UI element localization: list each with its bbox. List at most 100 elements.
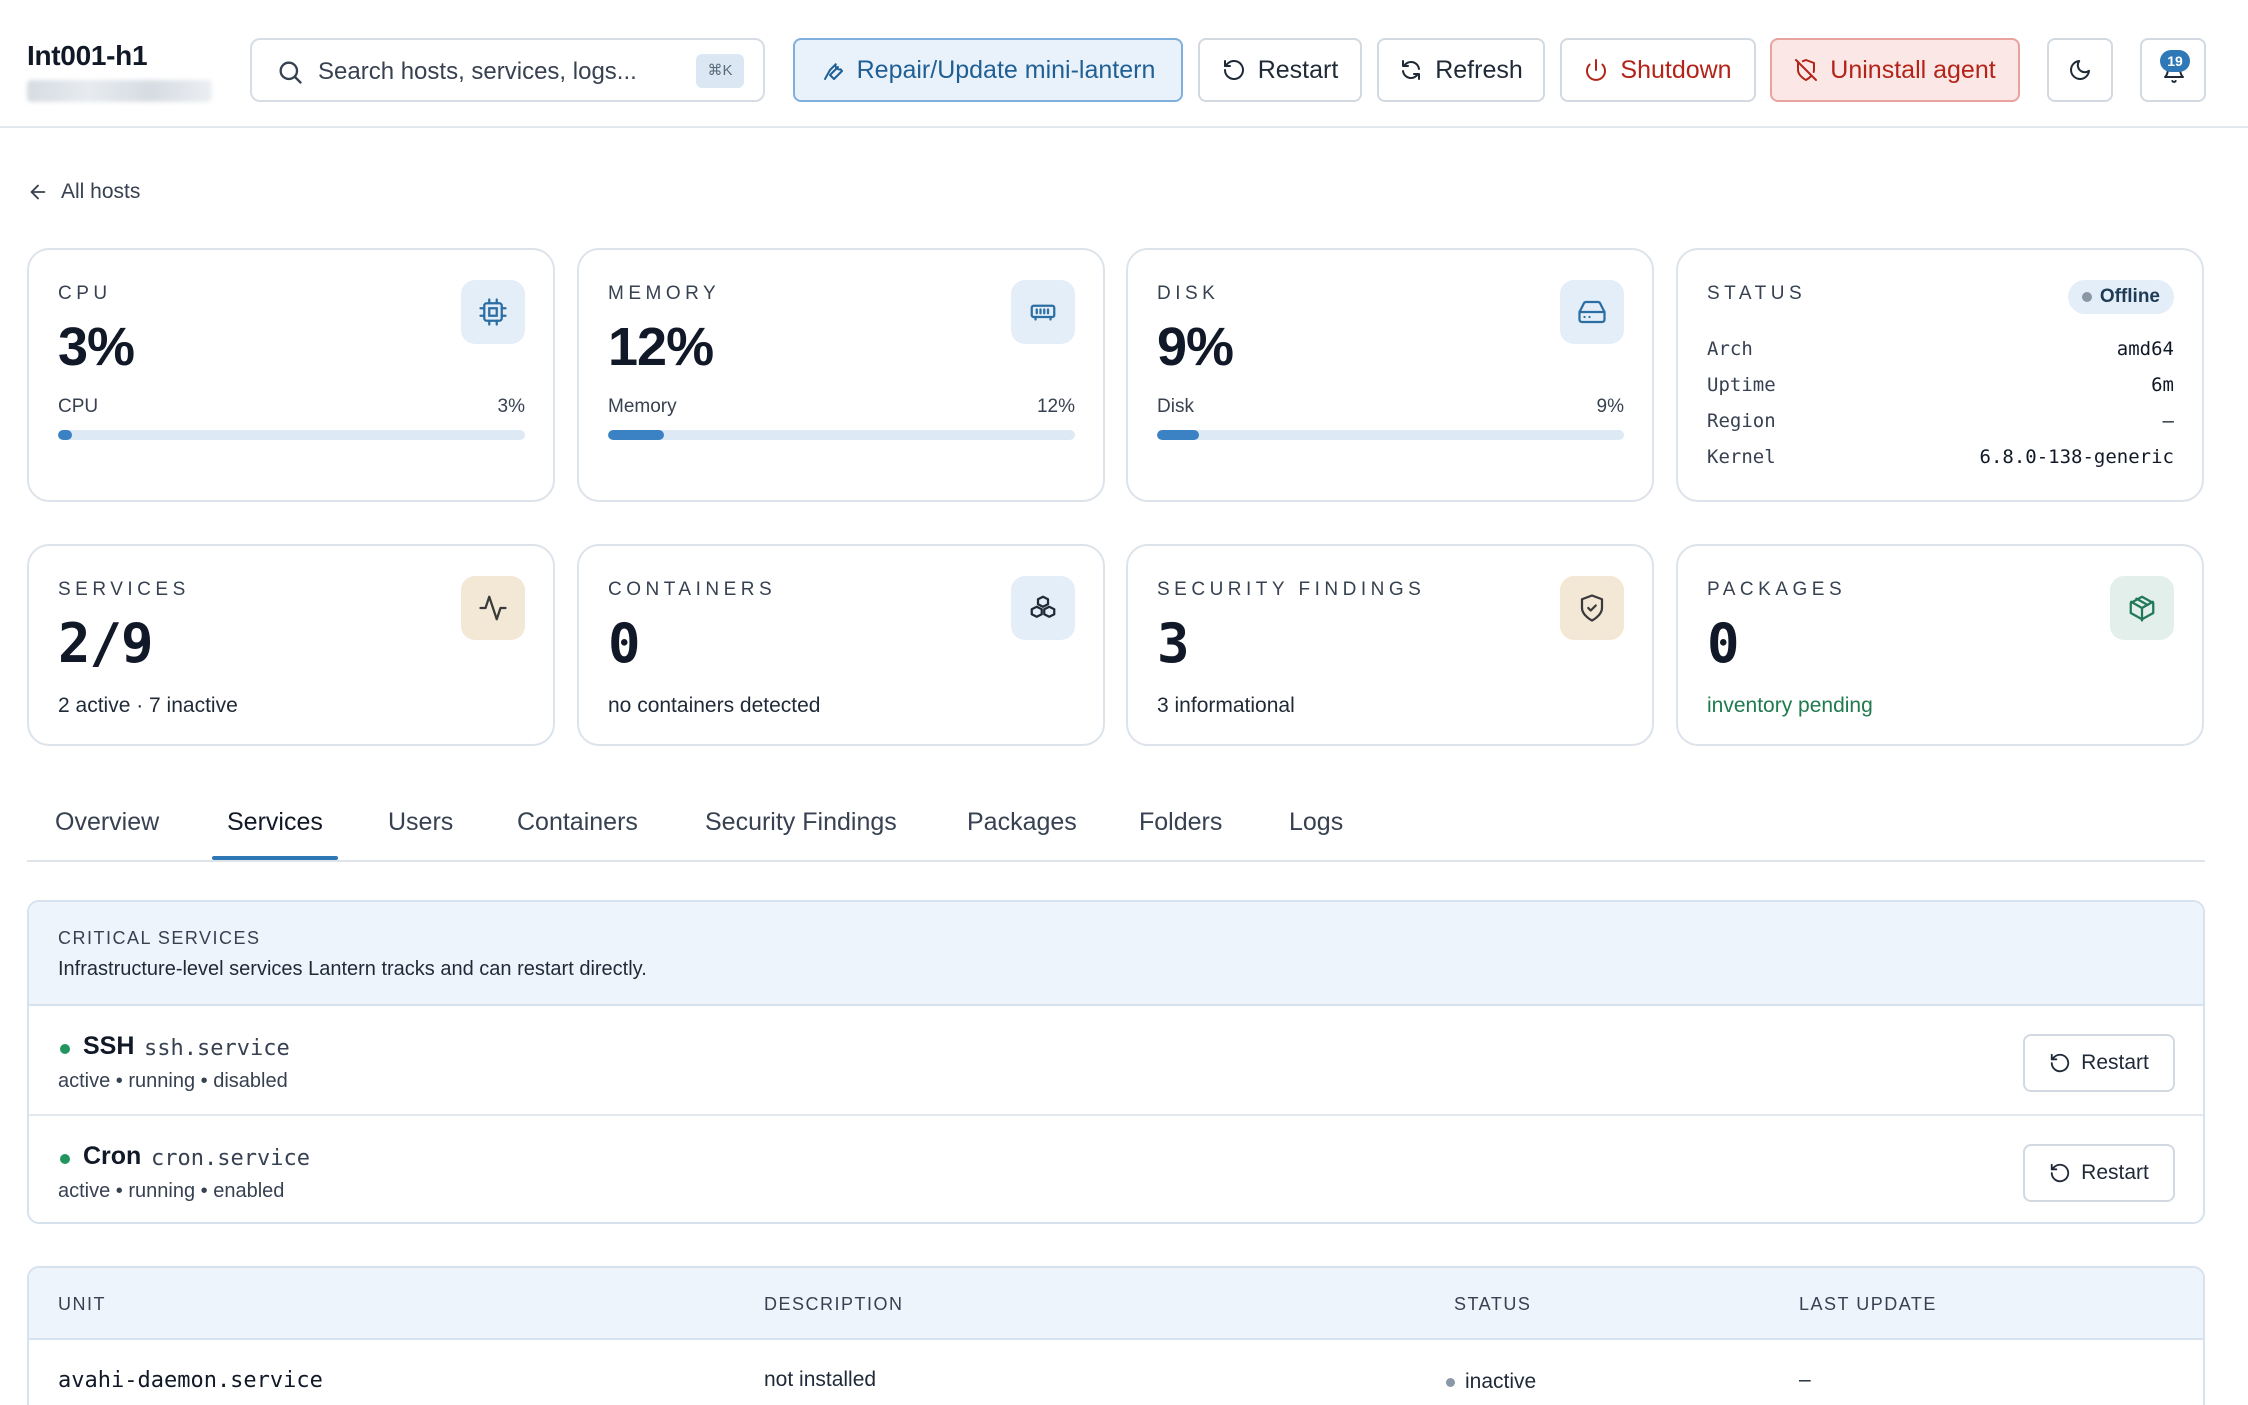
- disk-progress-fill: [1157, 430, 1200, 440]
- services-card[interactable]: SERVICES 2/9 2 active · 7 inactive: [27, 544, 555, 746]
- shield-off-icon: [1795, 59, 1818, 81]
- tab-users[interactable]: Users: [388, 808, 453, 837]
- service-status-dot: [60, 1154, 70, 1164]
- status-badge: Offline: [2067, 280, 2174, 314]
- memory-value: 12%: [608, 317, 714, 377]
- security-sub: 3 informational: [1157, 694, 1295, 717]
- tab-services[interactable]: Services: [227, 808, 323, 837]
- containers-sub: no containers detected: [608, 694, 821, 717]
- active-tab-indicator: [212, 856, 338, 860]
- uninstall-agent-button[interactable]: Uninstall agent: [1770, 38, 2020, 102]
- tab-security-findings[interactable]: Security Findings: [705, 808, 897, 837]
- cpu-meter-label: CPU: [58, 396, 99, 417]
- restart-label: Restart: [2081, 1051, 2149, 1074]
- packages-card-label: PACKAGES: [1707, 579, 1847, 600]
- status-card-label: STATUS: [1707, 283, 1807, 304]
- status-badge-label: Offline: [2099, 286, 2160, 307]
- critical-services-panel: CRITICAL SERVICES Infrastructure-level s…: [27, 900, 2205, 1224]
- security-card-label: SECURITY FINDINGS: [1157, 579, 1426, 600]
- cron-restart-button[interactable]: Restart: [2023, 1144, 2175, 1202]
- cpu-card: CPU 3% CPU 3%: [27, 248, 555, 502]
- service-state: active • running • enabled: [58, 1180, 285, 1202]
- containers-card[interactable]: CONTAINERS 0 no containers detected: [577, 544, 1105, 746]
- memory-icon-box: [1011, 280, 1075, 344]
- restart-button[interactable]: Restart: [1198, 38, 1362, 102]
- critical-service-row: SSH ssh.service active • running • disab…: [29, 1008, 2203, 1116]
- services-card-label: SERVICES: [58, 579, 190, 600]
- unit-status-dot: [1446, 1377, 1455, 1387]
- cpu-meter-value: 3%: [497, 396, 525, 417]
- memory-meter-value: 12%: [1036, 396, 1075, 417]
- packages-sub: inventory pending: [1707, 694, 1873, 717]
- refresh-button[interactable]: Refresh: [1377, 38, 1545, 102]
- shield-check-icon: [1580, 594, 1604, 622]
- notifications-button[interactable]: 19: [2140, 38, 2206, 102]
- critical-services-description: Infrastructure-level services Lantern tr…: [58, 958, 647, 980]
- search-placeholder: Search hosts, services, logs...: [318, 58, 637, 85]
- service-state: active • running • disabled: [58, 1070, 288, 1092]
- wrench-icon: [823, 63, 843, 80]
- column-header-unit[interactable]: UNIT: [58, 1294, 106, 1315]
- cpu-card-label: CPU: [58, 283, 112, 304]
- disk-meter-label: Disk: [1157, 396, 1194, 417]
- cpu-value: 3%: [58, 317, 135, 377]
- units-table: UNIT DESCRIPTION STATUS LAST UPDATE avah…: [27, 1266, 2205, 1405]
- memory-card: MEMORY 12% Memory 12%: [577, 248, 1105, 502]
- service-status-dot: [60, 1044, 70, 1054]
- service-name: SSH: [83, 1032, 135, 1060]
- tab-overview[interactable]: Overview: [55, 808, 159, 837]
- unit-status-label: inactive: [1465, 1370, 1537, 1393]
- refresh-label: Refresh: [1435, 55, 1523, 84]
- column-header-description[interactable]: DESCRIPTION: [764, 1294, 904, 1315]
- disk-card: DISK 9% Disk 9%: [1126, 248, 1654, 502]
- critical-service-row: Cron cron.service active • running • ena…: [29, 1118, 2203, 1222]
- security-value: 3: [1157, 612, 1190, 675]
- tab-packages[interactable]: Packages: [967, 808, 1077, 837]
- repair-update-button[interactable]: Repair/Update mini-lantern: [793, 38, 1183, 102]
- packages-card[interactable]: PACKAGES 0 inventory pending: [1676, 544, 2204, 746]
- service-unit: ssh.service: [144, 1036, 290, 1061]
- host-name: Int001-h1: [27, 40, 148, 71]
- uninstall-label: Uninstall agent: [1830, 55, 1996, 84]
- memory-card-label: MEMORY: [608, 283, 721, 304]
- status-key: Region: [1707, 410, 1776, 432]
- column-header-status[interactable]: STATUS: [1454, 1294, 1531, 1315]
- status-value: –: [2162, 410, 2174, 432]
- services-sub: 2 active · 7 inactive: [58, 694, 238, 717]
- tab-logs[interactable]: Logs: [1289, 808, 1343, 837]
- repair-label: Repair/Update mini-lantern: [856, 55, 1156, 84]
- status-value: 6.8.0-138-generic: [1979, 446, 2174, 468]
- search-shortcut: ⌘K: [696, 54, 744, 88]
- units-table-header: UNIT DESCRIPTION STATUS LAST UPDATE: [29, 1268, 2203, 1340]
- disk-icon-box: [1560, 280, 1624, 344]
- tab-bar: Overview Services Users Containers Secur…: [27, 800, 2205, 862]
- disk-meter-value: 9%: [1596, 396, 1624, 417]
- tab-folders[interactable]: Folders: [1139, 808, 1222, 837]
- column-header-last-update[interactable]: LAST UPDATE: [1799, 1294, 1937, 1315]
- status-value: 6m: [2151, 374, 2174, 396]
- restart-label: Restart: [1257, 55, 1339, 84]
- shutdown-label: Shutdown: [1620, 55, 1732, 84]
- status-row-uptime: Uptime 6m: [1707, 374, 2174, 396]
- refresh-icon: [1402, 60, 1421, 80]
- boxes-icon: [1030, 595, 1056, 618]
- cpu-progress-fill: [58, 430, 72, 440]
- theme-toggle-button[interactable]: [2047, 38, 2113, 102]
- tab-containers[interactable]: Containers: [517, 808, 638, 837]
- top-bar: Int001-h1 Search hosts, services, logs..…: [0, 0, 2248, 128]
- ssh-restart-button[interactable]: Restart: [2023, 1034, 2175, 1092]
- cpu-icon-box: [461, 280, 525, 344]
- services-icon-box: [461, 576, 525, 640]
- shutdown-button[interactable]: Shutdown: [1560, 38, 1756, 102]
- service-name: Cron: [83, 1142, 142, 1170]
- search-input[interactable]: Search hosts, services, logs... ⌘K: [250, 38, 765, 102]
- containers-card-label: CONTAINERS: [608, 579, 777, 600]
- all-hosts-link[interactable]: All hosts: [27, 180, 140, 204]
- status-key: Kernel: [1707, 446, 1776, 468]
- security-findings-card[interactable]: SECURITY FINDINGS 3 3 informational: [1126, 544, 1654, 746]
- all-hosts-label: All hosts: [61, 180, 141, 203]
- service-unit: cron.service: [151, 1146, 310, 1171]
- power-icon: [1586, 59, 1607, 81]
- security-icon-box: [1560, 576, 1624, 640]
- status-dot: [2081, 292, 2092, 302]
